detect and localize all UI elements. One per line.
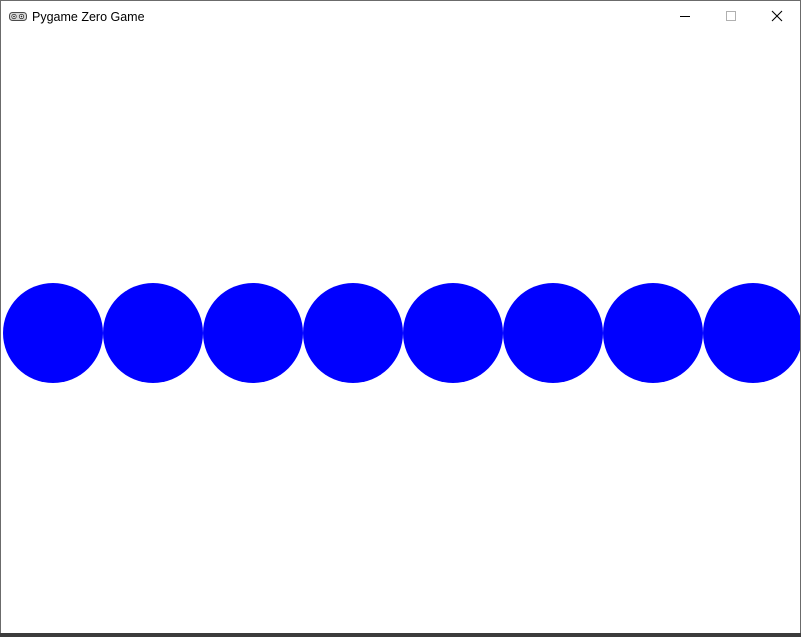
pygame-snake-icon: [9, 11, 27, 23]
game-canvas[interactable]: [1, 32, 800, 632]
minimize-icon: [679, 7, 691, 26]
close-button[interactable]: [754, 1, 800, 32]
blue-circle: [103, 283, 203, 383]
game-window: Pygame Zero Game: [0, 0, 801, 634]
blue-circle: [203, 283, 303, 383]
maximize-icon: [725, 7, 737, 26]
blue-circle: [603, 283, 703, 383]
window-title: Pygame Zero Game: [32, 9, 145, 24]
close-icon: [771, 7, 783, 26]
minimize-button[interactable]: [662, 1, 708, 32]
window-controls: [662, 1, 800, 32]
desktop-edge: [0, 633, 801, 637]
title-bar[interactable]: Pygame Zero Game: [1, 1, 800, 32]
blue-circle: [503, 283, 603, 383]
blue-circle: [403, 283, 503, 383]
game-scene: [1, 32, 800, 632]
blue-circle: [703, 283, 800, 383]
maximize-button[interactable]: [708, 1, 754, 32]
blue-circle: [303, 283, 403, 383]
blue-circle: [3, 283, 103, 383]
